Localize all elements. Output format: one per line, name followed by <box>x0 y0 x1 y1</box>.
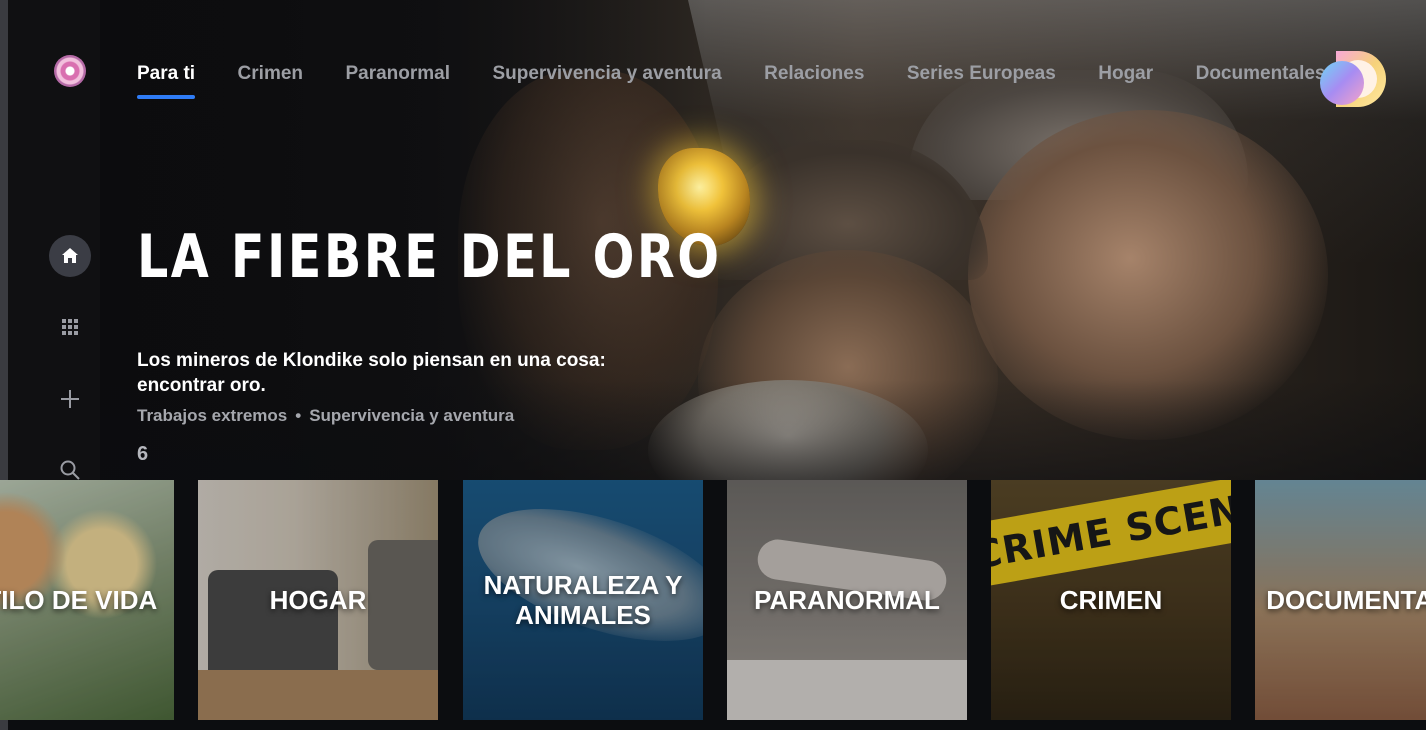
genre-1: Trabajos extremos <box>137 406 288 425</box>
tile-floor-shape <box>198 670 438 720</box>
category-tile-hogar[interactable]: HOGAR <box>198 480 438 720</box>
tab-supervivencia[interactable]: Supervivencia y aventura <box>492 62 721 102</box>
tile-sofa-shape <box>368 540 438 670</box>
show-genres: Trabajos extremos • Supervivencia y aventu… <box>137 406 514 426</box>
category-tile-documentales[interactable]: DOCUMENTALES <box>1255 480 1426 720</box>
tab-documentales[interactable]: Documentales <box>1196 62 1326 102</box>
genre-2: Supervivencia y aventura <box>309 406 515 425</box>
category-tile-crimen[interactable]: CRIME SCENE CRIMEN <box>991 480 1231 720</box>
show-description: Los mineros de Klondike solo piensan en … <box>137 350 606 396</box>
category-row: ESTILO DE VIDA HOGAR NATURALEZA Y ANIMAL… <box>0 480 1426 730</box>
category-label: CRIMEN <box>1059 585 1163 615</box>
plus-icon[interactable] <box>49 378 91 420</box>
show-title: LA FIEBRE DEL ORO <box>137 222 722 292</box>
genre-separator: • <box>295 406 302 425</box>
category-tile-paranormal[interactable]: PARANORMAL <box>727 480 967 720</box>
top-nav: Para ti Crimen Paranormal Supervivencia … <box>137 62 1327 102</box>
discovery-plus-logo <box>1318 49 1388 109</box>
tab-para-ti[interactable]: Para ti <box>137 62 196 102</box>
crime-tape-text: CRIME SCENE <box>991 482 1231 578</box>
tile-bed-shape <box>727 660 967 720</box>
crime-scene-tape: CRIME SCENE <box>991 480 1231 588</box>
category-label: NATURALEZA Y ANIMALES <box>483 570 683 630</box>
category-tile-estilo-de-vida[interactable]: ESTILO DE VIDA <box>0 480 174 720</box>
tab-hogar[interactable]: Hogar <box>1098 62 1153 102</box>
profile-avatar[interactable] <box>54 55 86 87</box>
tab-relaciones[interactable]: Relaciones <box>764 62 864 102</box>
home-icon[interactable] <box>49 235 91 277</box>
category-label: PARANORMAL <box>754 585 940 615</box>
category-label: DOCUMENTALES <box>1266 585 1426 615</box>
tab-series-europeas[interactable]: Series Europeas <box>907 62 1056 102</box>
age-rating: 6 <box>137 443 149 465</box>
tab-crimen[interactable]: Crimen <box>238 62 303 102</box>
tab-paranormal[interactable]: Paranormal <box>345 62 450 102</box>
grid-icon[interactable] <box>49 306 91 348</box>
category-label: ESTILO DE VIDA <box>0 585 158 615</box>
category-tile-naturaleza-y-animales[interactable]: NATURALEZA Y ANIMALES <box>463 480 703 720</box>
category-label: HOGAR <box>269 585 367 615</box>
